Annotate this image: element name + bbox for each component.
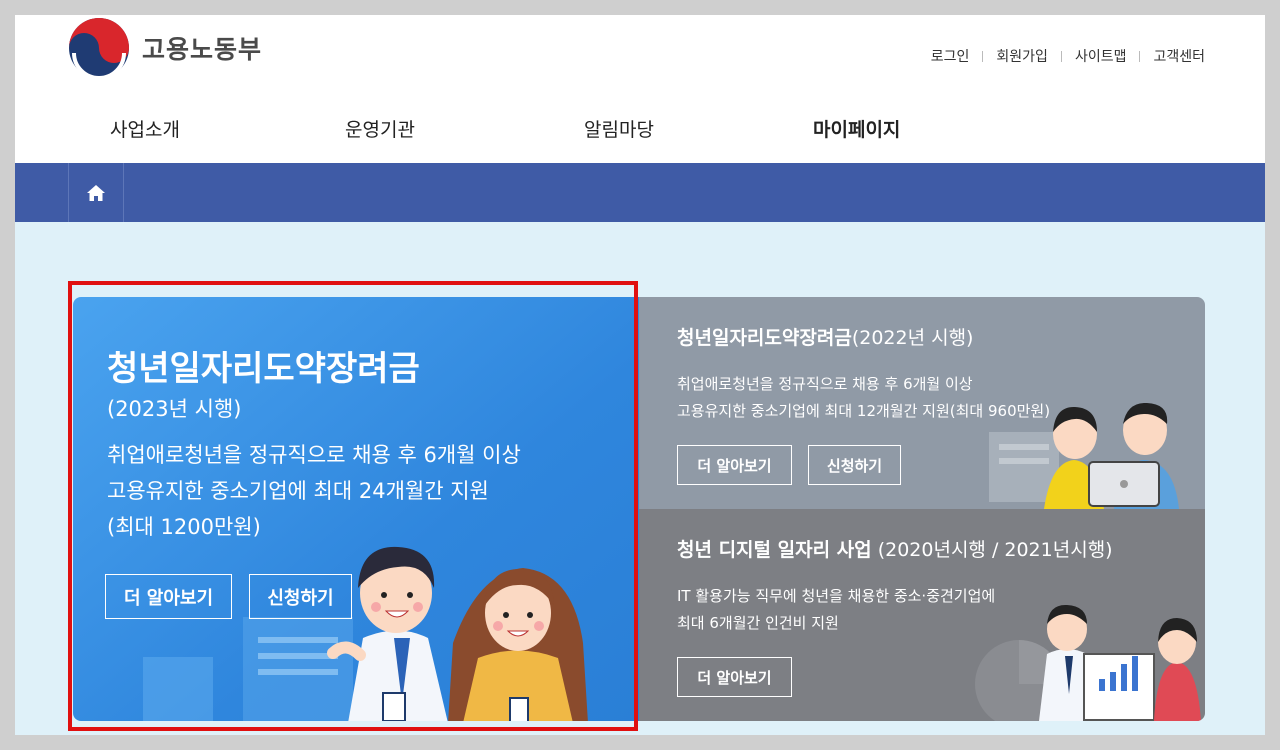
hero-title: 청년일자리도약장려금 (107, 349, 420, 389)
card-2022-program: 청년일자리도약장려금(2022년 시행) 취업애로청년을 정규직으로 채용 후 … (639, 297, 1205, 509)
card-2022-title-year: (2022년 시행) (851, 327, 974, 349)
office-workers-laptop-illustration (989, 402, 1179, 509)
sitemap-link[interactable]: 사이트맵 (1075, 46, 1127, 66)
divider (982, 50, 984, 62)
nav-business-intro[interactable]: 사업소개 (110, 115, 180, 142)
utility-links: 로그인 회원가입 사이트맵 고객센터 (931, 46, 1205, 66)
card-digital-desc-line: 최대 6개월간 인건비 지원 (677, 614, 839, 632)
card-2022-apply-button[interactable]: 신청하기 (808, 445, 901, 485)
hero-card-2023: 청년일자리도약장려금 (2023년 시행) 취업애로청년을 정규직으로 채용 후… (73, 297, 639, 721)
logo-text: 고용노동부 (142, 35, 263, 64)
hero-subtitle: (2023년 시행) (107, 397, 242, 421)
nav-operating-agencies[interactable]: 운영기관 (345, 115, 415, 142)
divider (1060, 50, 1062, 62)
card-2022-title-main: 청년일자리도약장려금 (677, 327, 852, 349)
hero-desc-line: 취업애로청년을 정규직으로 채용 후 6개월 이상 (107, 443, 521, 467)
main-nav: 사업소개 운영기관 알림마당 마이페이지 (15, 115, 1265, 145)
page-frame: 고용노동부 로그인 회원가입 사이트맵 고객센터 사업소개 운영기관 알림마당 … (15, 15, 1265, 735)
hero-description: 취업애로청년을 정규직으로 채용 후 6개월 이상 고용유지한 중소기업에 최대… (107, 437, 521, 545)
card-digital-title-main: 청년 디지털 일자리 사업 (677, 539, 872, 561)
young-workers-illustration (327, 546, 588, 721)
nav-mypage[interactable]: 마이페이지 (813, 115, 900, 142)
card-digital-desc-line: IT 활용가능 직무에 청년을 채용한 중소·중견기업에 (677, 587, 996, 605)
login-link[interactable]: 로그인 (931, 46, 970, 66)
card-digital-title: 청년 디지털 일자리 사업 (2020년시행 / 2021년시행) (677, 535, 1113, 562)
divider (1139, 50, 1141, 62)
card-digital-jobs-program: 청년 디지털 일자리 사업 (2020년시행 / 2021년시행) IT 활용가… (639, 509, 1205, 721)
breadcrumb-bar (15, 163, 1265, 222)
site-header: 고용노동부 로그인 회원가입 사이트맵 고객센터 사업소개 운영기관 알림마당 … (15, 15, 1265, 163)
card-digital-title-year: (2020년시행 / 2021년시행) (871, 539, 1113, 561)
presentation-chart-illustration (975, 604, 1201, 721)
hero-desc-line: 고용유지한 중소기업에 최대 24개월간 지원 (107, 479, 489, 503)
card-2022-more-button[interactable]: 더 알아보기 (677, 445, 792, 485)
card-digital-more-button[interactable]: 더 알아보기 (677, 657, 792, 697)
card-digital-description: IT 활용가능 직무에 청년을 채용한 중소·중견기업에 최대 6개월간 인건비… (677, 583, 995, 637)
customer-center-link[interactable]: 고객센터 (1153, 46, 1205, 66)
taegeuk-logo-icon (69, 18, 129, 79)
card-2022-title: 청년일자리도약장려금(2022년 시행) (677, 323, 973, 350)
nav-notice-board[interactable]: 알림마당 (584, 115, 654, 142)
home-icon (87, 184, 105, 201)
home-button[interactable] (68, 163, 124, 222)
ministry-logo[interactable]: 고용노동부 (68, 17, 262, 79)
signup-link[interactable]: 회원가입 (996, 46, 1048, 66)
hero-more-button[interactable]: 더 알아보기 (105, 574, 232, 619)
